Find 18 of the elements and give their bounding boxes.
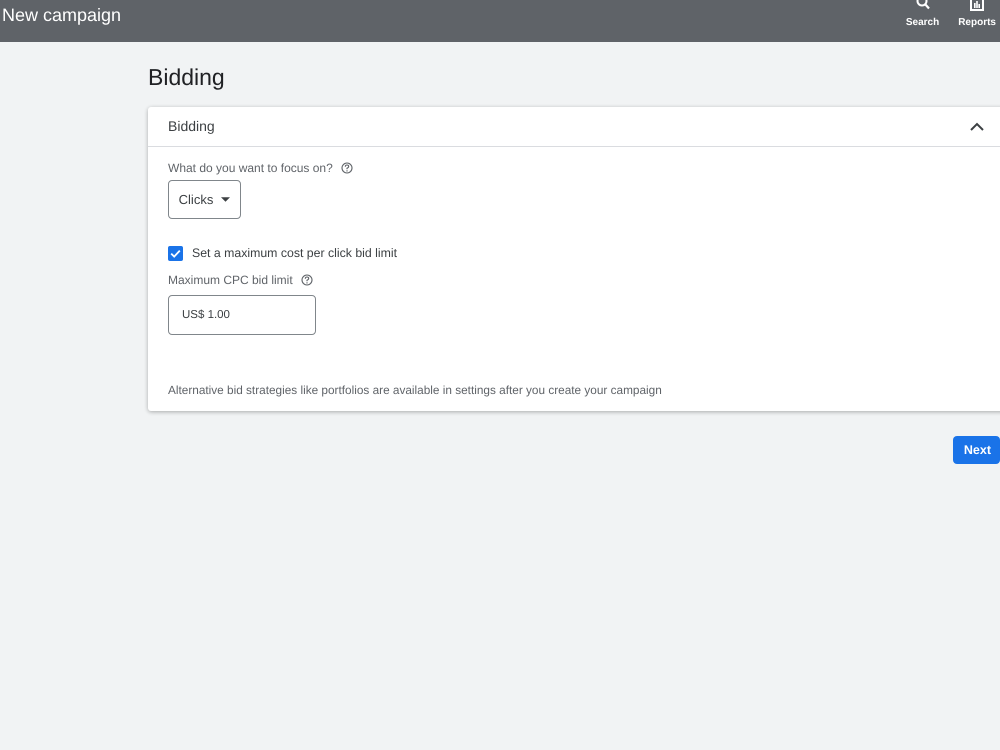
checkbox[interactable] bbox=[168, 246, 183, 261]
bar-chart-icon bbox=[970, 0, 984, 11]
app-bar-action[interactable]: Reports bbox=[957, 0, 997, 29]
page-heading: Bidding bbox=[148, 63, 225, 91]
bid-limit-input[interactable]: US$ 1.00 bbox=[168, 295, 316, 336]
help-icon[interactable] bbox=[300, 274, 313, 286]
app-bar-action[interactable]: Search bbox=[904, 0, 940, 29]
card-title: Bidding bbox=[168, 117, 215, 136]
caret-icon bbox=[221, 197, 230, 202]
focus-dropdown[interactable]: Clicks bbox=[168, 180, 241, 219]
app-title: New campaign bbox=[1, 4, 122, 26]
checkbox-label: Set a maximum cost per click bid limit bbox=[192, 245, 398, 262]
next-button[interactable]: Next bbox=[952, 436, 1000, 464]
search-icon bbox=[916, 0, 930, 11]
field-label: What do you want to focus on? bbox=[168, 160, 333, 176]
help-icon[interactable] bbox=[340, 162, 353, 174]
helper-text: Alternative bid strategies like portfolios are available in settings after you create your campaign bbox=[168, 382, 662, 400]
field-label: Maximum CPC bid limit bbox=[168, 272, 293, 289]
